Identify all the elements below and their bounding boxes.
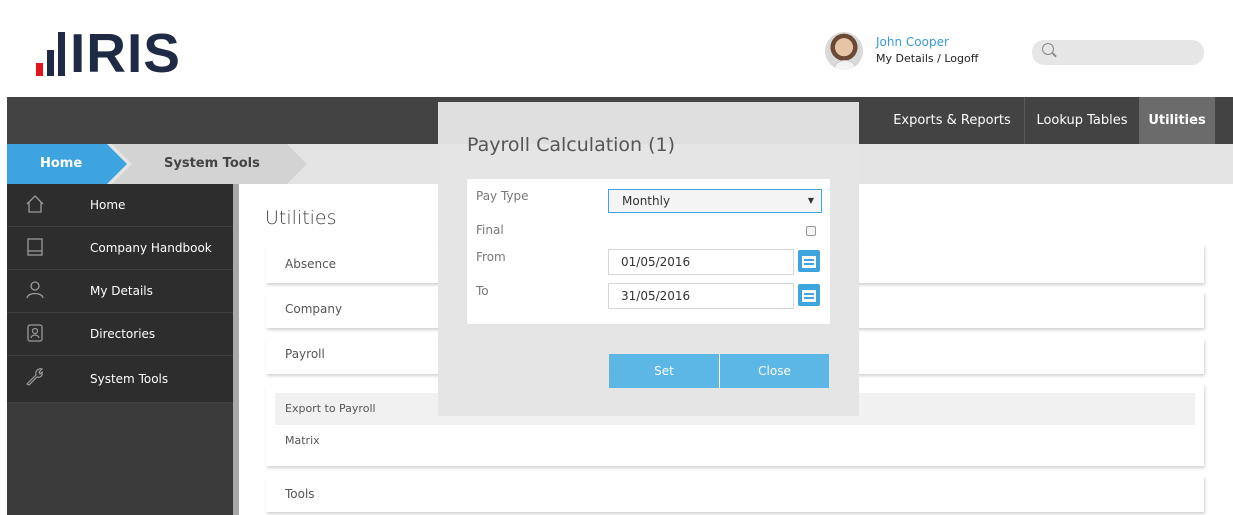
logoff-link[interactable]: Logoff [944, 52, 978, 65]
search-input[interactable] [1032, 40, 1204, 65]
submenu-matrix[interactable]: Matrix [275, 425, 1195, 457]
set-button[interactable]: Set [609, 354, 719, 388]
wrench-icon [25, 368, 44, 386]
from-date-input[interactable]: 01/05/2016 [608, 249, 794, 275]
pay-type-value: Monthly [622, 194, 671, 208]
card-label: Tools [285, 487, 315, 501]
nav-exports-reports[interactable]: Exports & Reports [887, 97, 1017, 144]
card-tools[interactable]: Tools [266, 476, 1204, 512]
sidebar-menu: Home Company Handbook My Details Directo… [7, 184, 233, 403]
to-calendar-icon[interactable] [798, 284, 820, 306]
user-name[interactable]: John Cooper [876, 35, 949, 49]
contact-card-icon [27, 324, 43, 342]
close-button[interactable]: Close [719, 354, 829, 388]
sidebar-item-label: Home [90, 198, 126, 212]
sidebar-item-label: My Details [90, 284, 153, 298]
from-label: From [476, 250, 506, 264]
final-label: Final [476, 223, 504, 237]
breadcrumb-home[interactable]: Home [7, 144, 127, 184]
sidebar-item-directories[interactable]: Directories [7, 313, 233, 356]
final-checkbox[interactable] [806, 226, 816, 236]
iris-logo[interactable]: IRIS [36, 22, 181, 84]
page: IRIS John Cooper My Details / Logoff Exp… [0, 0, 1233, 515]
link-separator: / [937, 52, 941, 65]
dialog-title: Payroll Calculation (1) [467, 134, 676, 156]
submenu-label: Matrix [285, 434, 320, 447]
breadcrumb-system-tools[interactable]: System Tools [112, 144, 307, 184]
sidebar-item-system-tools[interactable]: System Tools [7, 356, 233, 403]
pay-type-label: Pay Type [476, 189, 529, 203]
sidebar-item-my-details[interactable]: My Details [7, 270, 233, 313]
to-label: To [476, 284, 489, 298]
dialog-form: Pay Type Monthly ▼ Final From 01/05/2016… [467, 179, 830, 324]
person-icon [26, 281, 44, 299]
avatar[interactable] [825, 32, 863, 70]
sidebar-edge [233, 184, 239, 515]
page-title: Utilities [265, 207, 337, 229]
sidebar-item-label: Company Handbook [90, 241, 212, 255]
submenu-label: Export to Payroll [285, 402, 376, 415]
book-icon [27, 238, 43, 256]
sidebar-item-home[interactable]: Home [7, 184, 233, 227]
from-calendar-icon[interactable] [798, 250, 820, 272]
sidebar-item-label: Directories [90, 327, 156, 341]
sidebar-item-label: System Tools [90, 372, 169, 386]
search-icon[interactable] [1042, 43, 1054, 55]
sidebar-item-company-handbook[interactable]: Company Handbook [7, 227, 233, 270]
my-details-link[interactable]: My Details [876, 52, 934, 65]
house-icon [26, 195, 44, 213]
nav-lookup-tables[interactable]: Lookup Tables [1024, 97, 1139, 144]
to-date-input[interactable]: 31/05/2016 [608, 283, 794, 309]
card-label: Absence [285, 257, 337, 271]
card-label: Payroll [285, 347, 325, 361]
card-label: Company [285, 302, 343, 316]
pay-type-select[interactable]: Monthly ▼ [608, 189, 822, 213]
payroll-calculation-dialog: Payroll Calculation (1) Pay Type Monthly… [438, 102, 859, 416]
nav-utilities[interactable]: Utilities [1139, 97, 1215, 144]
logo-bars-icon [36, 30, 65, 76]
dropdown-arrow-icon: ▼ [807, 196, 814, 205]
user-links: My Details / Logoff [876, 52, 978, 65]
logo-text: IRIS [70, 22, 181, 84]
